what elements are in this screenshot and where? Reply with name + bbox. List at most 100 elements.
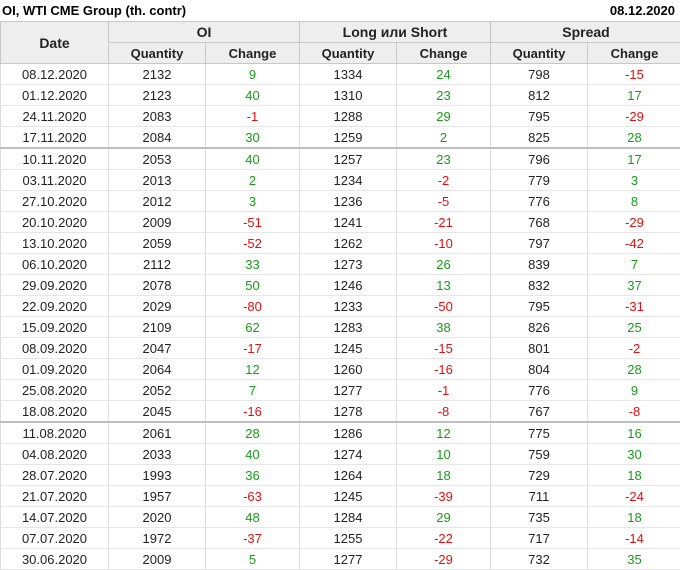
date-cell: 10.11.2020: [1, 148, 109, 170]
date-cell: 21.07.2020: [1, 486, 109, 507]
long-short-change-cell: -22: [397, 528, 491, 549]
spread-quantity-cell: 732: [491, 549, 588, 570]
long-short-change-cell: -1: [397, 380, 491, 401]
spread-quantity-cell: 767: [491, 401, 588, 423]
long-short-change-cell: 12: [397, 422, 491, 444]
spread-quantity-cell: 729: [491, 465, 588, 486]
oi-change-cell: 36: [206, 465, 300, 486]
oi-quantity-cell: 2013: [109, 170, 206, 191]
long-short-change-cell: 24: [397, 64, 491, 85]
spread-quantity-cell: 776: [491, 380, 588, 401]
oi-change-cell: -16: [206, 401, 300, 423]
oi-change-cell: 9: [206, 64, 300, 85]
date-cell: 04.08.2020: [1, 444, 109, 465]
long-short-change-cell: -5: [397, 191, 491, 212]
oi-change-cell: -63: [206, 486, 300, 507]
long-short-quantity-cell: 1257: [300, 148, 397, 170]
date-cell: 11.08.2020: [1, 422, 109, 444]
spread-change-cell: 30: [588, 444, 680, 465]
long-short-quantity-cell: 1288: [300, 106, 397, 127]
date-cell: 29.09.2020: [1, 275, 109, 296]
table-row: 13.10.20202059-521262-10797-42: [1, 233, 680, 254]
date-cell: 28.07.2020: [1, 465, 109, 486]
long-short-change-cell: 18: [397, 465, 491, 486]
long-short-change-cell: 2: [397, 127, 491, 149]
long-short-change-cell: -21: [397, 212, 491, 233]
table-row: 29.09.202020785012461383237: [1, 275, 680, 296]
report-date: 08.12.2020: [610, 3, 675, 18]
long-short-change-header: Change: [397, 43, 491, 64]
long-short-change-cell: -39: [397, 486, 491, 507]
spread-change-cell: 16: [588, 422, 680, 444]
oi-change-cell: 2: [206, 170, 300, 191]
spread-change-cell: 18: [588, 507, 680, 528]
long-short-change-cell: -10: [397, 233, 491, 254]
long-short-change-cell: 29: [397, 106, 491, 127]
date-cell: 01.09.2020: [1, 359, 109, 380]
spread-change-cell: -2: [588, 338, 680, 359]
table-row: 25.08.2020205271277-17769: [1, 380, 680, 401]
spread-change-header: Change: [588, 43, 680, 64]
long-short-quantity-cell: 1283: [300, 317, 397, 338]
spread-change-cell: 25: [588, 317, 680, 338]
oi-quantity-cell: 2059: [109, 233, 206, 254]
long-short-change-cell: -16: [397, 359, 491, 380]
date-cell: 20.10.2020: [1, 212, 109, 233]
table-row: 20.10.20202009-511241-21768-29: [1, 212, 680, 233]
date-cell: 25.08.2020: [1, 380, 109, 401]
oi-quantity-cell: 2009: [109, 212, 206, 233]
spread-quantity-cell: 779: [491, 170, 588, 191]
oi-quantity-cell: 2084: [109, 127, 206, 149]
oi-quantity-cell: 2083: [109, 106, 206, 127]
spread-change-cell: -42: [588, 233, 680, 254]
long-short-quantity-cell: 1255: [300, 528, 397, 549]
spread-quantity-cell: 717: [491, 528, 588, 549]
oi-quantity-cell: 2052: [109, 380, 206, 401]
spread-change-cell: -29: [588, 106, 680, 127]
long-short-quantity-cell: 1234: [300, 170, 397, 191]
date-cell: 14.07.2020: [1, 507, 109, 528]
table-row: 03.11.2020201321234-27793: [1, 170, 680, 191]
oi-quantity-cell: 2109: [109, 317, 206, 338]
spread-quantity-cell: 832: [491, 275, 588, 296]
date-cell: 30.06.2020: [1, 549, 109, 570]
spread-change-cell: 37: [588, 275, 680, 296]
table-row: 08.09.20202047-171245-15801-2: [1, 338, 680, 359]
spread-change-cell: -31: [588, 296, 680, 317]
table-row: 30.06.2020200951277-2973235: [1, 549, 680, 570]
oi-quantity-cell: 2029: [109, 296, 206, 317]
spread-change-cell: 35: [588, 549, 680, 570]
date-cell: 17.11.2020: [1, 127, 109, 149]
spread-change-cell: -29: [588, 212, 680, 233]
table-row: 28.07.202019933612641872918: [1, 465, 680, 486]
date-column-header: Date: [1, 22, 109, 64]
spread-change-cell: -14: [588, 528, 680, 549]
oi-change-cell: 40: [206, 85, 300, 106]
table-row: 01.12.202021234013102381217: [1, 85, 680, 106]
long-short-quantity-cell: 1284: [300, 507, 397, 528]
table-row: 10.11.202020534012572379617: [1, 148, 680, 170]
oi-table: Date OI Long или Short Spread Quantity C…: [0, 21, 680, 570]
spread-quantity-header: Quantity: [491, 43, 588, 64]
spread-change-cell: 9: [588, 380, 680, 401]
oi-change-cell: -52: [206, 233, 300, 254]
date-cell: 08.12.2020: [1, 64, 109, 85]
long-short-quantity-cell: 1278: [300, 401, 397, 423]
date-cell: 22.09.2020: [1, 296, 109, 317]
spread-quantity-cell: 839: [491, 254, 588, 275]
date-cell: 24.11.2020: [1, 106, 109, 127]
oi-change-cell: 12: [206, 359, 300, 380]
long-short-quantity-cell: 1334: [300, 64, 397, 85]
long-short-quantity-cell: 1286: [300, 422, 397, 444]
oi-quantity-cell: 1957: [109, 486, 206, 507]
spread-quantity-cell: 798: [491, 64, 588, 85]
oi-change-cell: -80: [206, 296, 300, 317]
spread-change-cell: -15: [588, 64, 680, 85]
oi-change-cell: 28: [206, 422, 300, 444]
long-short-quantity-cell: 1241: [300, 212, 397, 233]
oi-quantity-cell: 2033: [109, 444, 206, 465]
oi-change-cell: 40: [206, 148, 300, 170]
date-cell: 18.08.2020: [1, 401, 109, 423]
spread-quantity-cell: 804: [491, 359, 588, 380]
oi-change-cell: -51: [206, 212, 300, 233]
